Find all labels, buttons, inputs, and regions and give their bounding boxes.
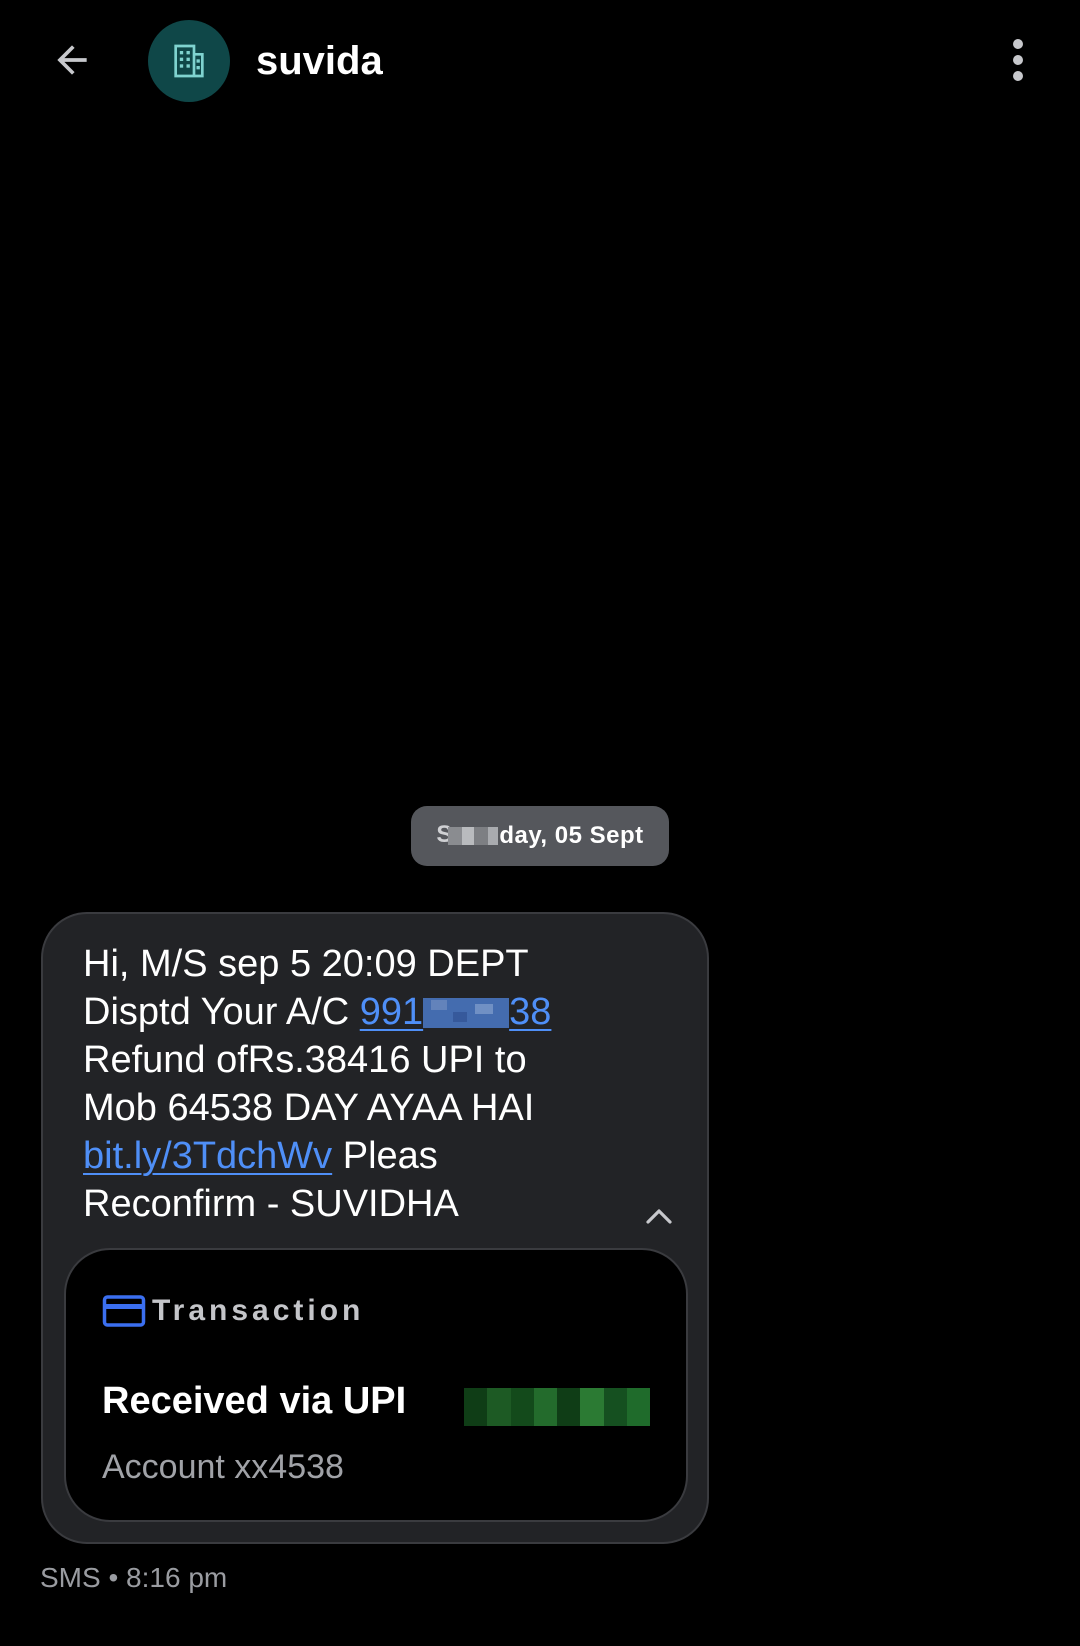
message-line: Refund ofRs.38416 UPI to: [83, 1039, 527, 1081]
transaction-card[interactable]: Transaction Received via UPI Account xx4…: [64, 1248, 688, 1522]
more-options-button[interactable]: [990, 28, 1046, 92]
contact-avatar[interactable]: [148, 20, 230, 102]
short-url-link[interactable]: bit.ly/3TdchWv: [83, 1135, 332, 1177]
account-number-link[interactable]: 991 38: [360, 991, 552, 1033]
chevron-up-icon: [646, 1209, 672, 1224]
arrow-left-icon: [57, 45, 87, 75]
business-building-icon: [174, 44, 204, 78]
message-line: Reconfirm - SUVIDHA: [83, 1183, 459, 1225]
redacted-day-name: S: [436, 821, 499, 848]
transaction-header: Transaction: [102, 1294, 364, 1328]
collapse-button[interactable]: [637, 1194, 681, 1238]
date-label: day, 05 Sept: [499, 822, 644, 849]
back-button[interactable]: [36, 28, 108, 92]
transaction-account: Account xx4538: [102, 1448, 344, 1486]
redacted-digits: [423, 998, 510, 1028]
more-vert-icon: [1013, 39, 1023, 81]
message-line: Disptd Your A/C 991 38: [83, 991, 552, 1033]
transaction-title: Transaction: [152, 1294, 365, 1327]
message-body: Hi, M/S sep 5 20:09 DEPT Disptd Your A/C…: [83, 940, 643, 1228]
message-bubble[interactable]: Hi, M/S sep 5 20:09 DEPT Disptd Your A/C…: [41, 912, 709, 1544]
message-line: bit.ly/3TdchWv Pleas: [83, 1135, 438, 1177]
message-meta: SMS • 8:16 pm: [40, 1562, 228, 1593]
message-line: Mob 64538 DAY AYAA HAI: [83, 1087, 535, 1129]
credit-card-icon: [102, 1295, 146, 1327]
transaction-type: Received via UPI: [102, 1380, 407, 1422]
redacted-amount: [464, 1388, 650, 1426]
message-line: Hi, M/S sep 5 20:09 DEPT: [83, 943, 529, 985]
top-app-bar: suvida: [0, 0, 1080, 124]
contact-name[interactable]: suvida: [256, 36, 383, 86]
date-separator: S day, 05 Sept: [411, 806, 669, 866]
